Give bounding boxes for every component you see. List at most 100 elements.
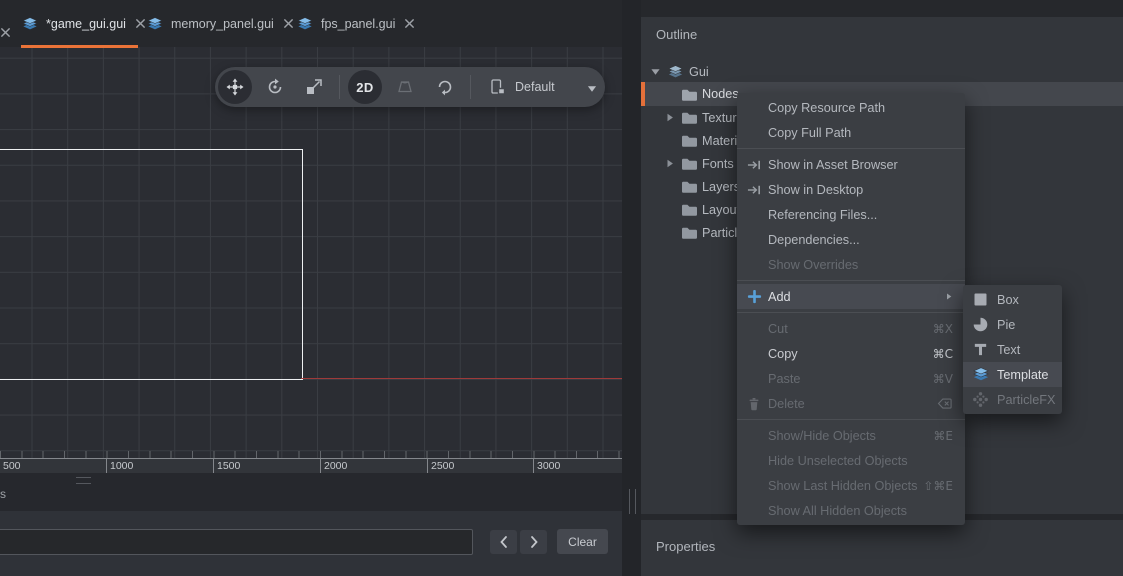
collapse-arrow-icon[interactable] bbox=[665, 158, 675, 168]
gui-file-icon bbox=[146, 16, 164, 31]
menu-item-label: Referencing Files... bbox=[768, 208, 953, 222]
prev-match-button[interactable] bbox=[490, 530, 517, 554]
device-profile-dropdown[interactable]: Default bbox=[515, 67, 555, 107]
scene-editor-pane: *game_gui.gui memory_panel.gui fps_panel… bbox=[0, 0, 622, 576]
tab-fps-panel[interactable]: fps_panel.gui bbox=[296, 0, 408, 47]
menu-separator bbox=[737, 280, 965, 281]
menu-separator bbox=[737, 148, 965, 149]
rotate-tool-button[interactable] bbox=[258, 70, 292, 104]
device-profile-icon bbox=[480, 70, 514, 104]
menu-shortcut: ⇧⌘E bbox=[923, 479, 953, 493]
submenu-item-particlefx: ParticleFX bbox=[963, 387, 1062, 412]
folder-icon bbox=[681, 202, 698, 217]
template-node-icon bbox=[972, 366, 989, 383]
menu-item-label: Cut bbox=[768, 322, 933, 336]
pie-node-icon bbox=[972, 316, 989, 333]
2d-mode-button[interactable]: 2D bbox=[348, 70, 382, 104]
pane-splitter[interactable] bbox=[622, 0, 641, 576]
menu-item-label: Show in Asset Browser bbox=[768, 158, 953, 172]
menu-shortcut: ⌘X bbox=[933, 322, 953, 336]
menu-item-label: Delete bbox=[768, 397, 937, 411]
submenu-item-label: Text bbox=[997, 343, 1020, 357]
submenu-item-label: Template bbox=[997, 368, 1048, 382]
scale-tool-button[interactable] bbox=[297, 70, 331, 104]
folder-icon bbox=[681, 179, 698, 194]
menu-item-dependencies[interactable]: Dependencies... bbox=[737, 227, 965, 252]
menu-item-show-overrides: Show Overrides bbox=[737, 252, 965, 277]
menu-item-label: Show/Hide Objects bbox=[768, 429, 933, 443]
bottom-panel-header: s bbox=[0, 473, 622, 511]
submenu-item-text[interactable]: Text bbox=[963, 337, 1062, 362]
horizontal-splitter-grip[interactable] bbox=[76, 477, 91, 484]
menu-item-cut: Cut ⌘X bbox=[737, 316, 965, 341]
jump-to-icon bbox=[747, 182, 768, 198]
menu-item-show-hide-objects: Show/Hide Objects ⌘E bbox=[737, 423, 965, 448]
ruler-tick-label: 1000 bbox=[110, 460, 133, 472]
scene-viewport[interactable]: 2D Default bbox=[0, 47, 622, 458]
clear-console-button[interactable]: Clear bbox=[557, 529, 608, 554]
submenu-item-box[interactable]: Box bbox=[963, 287, 1062, 312]
menu-separator bbox=[737, 419, 965, 420]
menu-item-referencing-files[interactable]: Referencing Files... bbox=[737, 202, 965, 227]
folder-icon bbox=[681, 87, 698, 102]
x-axis-line bbox=[301, 378, 622, 379]
text-node-icon bbox=[972, 341, 989, 358]
toolbar-divider bbox=[470, 75, 471, 99]
collapse-arrow-icon[interactable] bbox=[665, 112, 675, 122]
horizontal-ruler: 500 1000 1500 2000 2500 3000 bbox=[0, 458, 622, 473]
close-icon[interactable] bbox=[0, 27, 11, 38]
editor-tab-bar: *game_gui.gui memory_panel.gui fps_panel… bbox=[0, 0, 622, 47]
submenu-item-label: Pie bbox=[997, 318, 1015, 332]
close-icon[interactable] bbox=[283, 18, 294, 30]
folder-icon bbox=[681, 156, 698, 171]
menu-item-label: Dependencies... bbox=[768, 233, 953, 247]
tab-game-gui[interactable]: *game_gui.gui bbox=[21, 0, 138, 47]
tree-item-label: Fonts bbox=[702, 157, 734, 171]
outline-panel-title: Outline bbox=[656, 27, 697, 42]
tab-label: *game_gui.gui bbox=[46, 17, 126, 31]
menu-item-show-all-hidden-objects: Show All Hidden Objects bbox=[737, 498, 965, 523]
submenu-item-label: ParticleFX bbox=[997, 393, 1056, 407]
move-tool-button[interactable] bbox=[218, 70, 252, 104]
outline-item-gui[interactable]: Gui bbox=[641, 60, 1123, 83]
plus-icon bbox=[747, 289, 768, 305]
submenu-item-pie[interactable]: Pie bbox=[963, 312, 1062, 337]
menu-item-label: Add bbox=[768, 290, 939, 304]
submenu-item-label: Box bbox=[997, 293, 1019, 307]
menu-item-show-last-hidden-objects: Show Last Hidden Objects ⇧⌘E bbox=[737, 473, 965, 498]
chevron-down-icon[interactable] bbox=[586, 84, 598, 94]
submenu-arrow-icon bbox=[945, 291, 953, 302]
menu-item-show-in-desktop[interactable]: Show in Desktop bbox=[737, 177, 965, 202]
menu-item-copy-full-path[interactable]: Copy Full Path bbox=[737, 120, 965, 145]
viewport-toolbar: 2D Default bbox=[215, 67, 605, 107]
next-match-button[interactable] bbox=[520, 530, 547, 554]
menu-item-label: Show in Desktop bbox=[768, 183, 953, 197]
close-icon[interactable] bbox=[135, 18, 146, 30]
gui-file-icon bbox=[296, 16, 314, 31]
menu-item-hide-unselected-objects: Hide Unselected Objects bbox=[737, 448, 965, 473]
tree-item-label: Gui bbox=[689, 65, 709, 79]
menu-item-label: Show Overrides bbox=[768, 258, 953, 272]
jump-to-icon bbox=[747, 157, 768, 173]
properties-panel-title: Properties bbox=[656, 539, 715, 554]
expand-arrow-icon[interactable] bbox=[650, 67, 660, 77]
folder-icon bbox=[681, 225, 698, 240]
vertical-splitter-grip[interactable] bbox=[629, 489, 636, 514]
ruler-tick-label: 2000 bbox=[324, 460, 347, 472]
console-search-input[interactable] bbox=[0, 529, 473, 555]
menu-item-label: Copy Resource Path bbox=[768, 101, 953, 115]
orbit-camera-button[interactable] bbox=[428, 70, 462, 104]
tab-memory-panel[interactable]: memory_panel.gui bbox=[146, 0, 288, 47]
menu-item-label: Copy bbox=[768, 347, 933, 361]
menu-item-label: Show Last Hidden Objects bbox=[768, 479, 923, 493]
menu-item-add[interactable]: Add bbox=[737, 284, 965, 309]
active-tab-underline bbox=[21, 45, 138, 48]
close-icon[interactable] bbox=[404, 18, 415, 30]
blank-icon-slot bbox=[747, 428, 768, 444]
menu-item-label: Hide Unselected Objects bbox=[768, 454, 953, 468]
menu-item-copy-resource-path[interactable]: Copy Resource Path bbox=[737, 95, 965, 120]
menu-item-copy[interactable]: Copy ⌘C bbox=[737, 341, 965, 366]
menu-item-show-in-asset-browser[interactable]: Show in Asset Browser bbox=[737, 152, 965, 177]
submenu-item-template[interactable]: Template bbox=[963, 362, 1062, 387]
frustum-culling-button[interactable] bbox=[388, 70, 422, 104]
